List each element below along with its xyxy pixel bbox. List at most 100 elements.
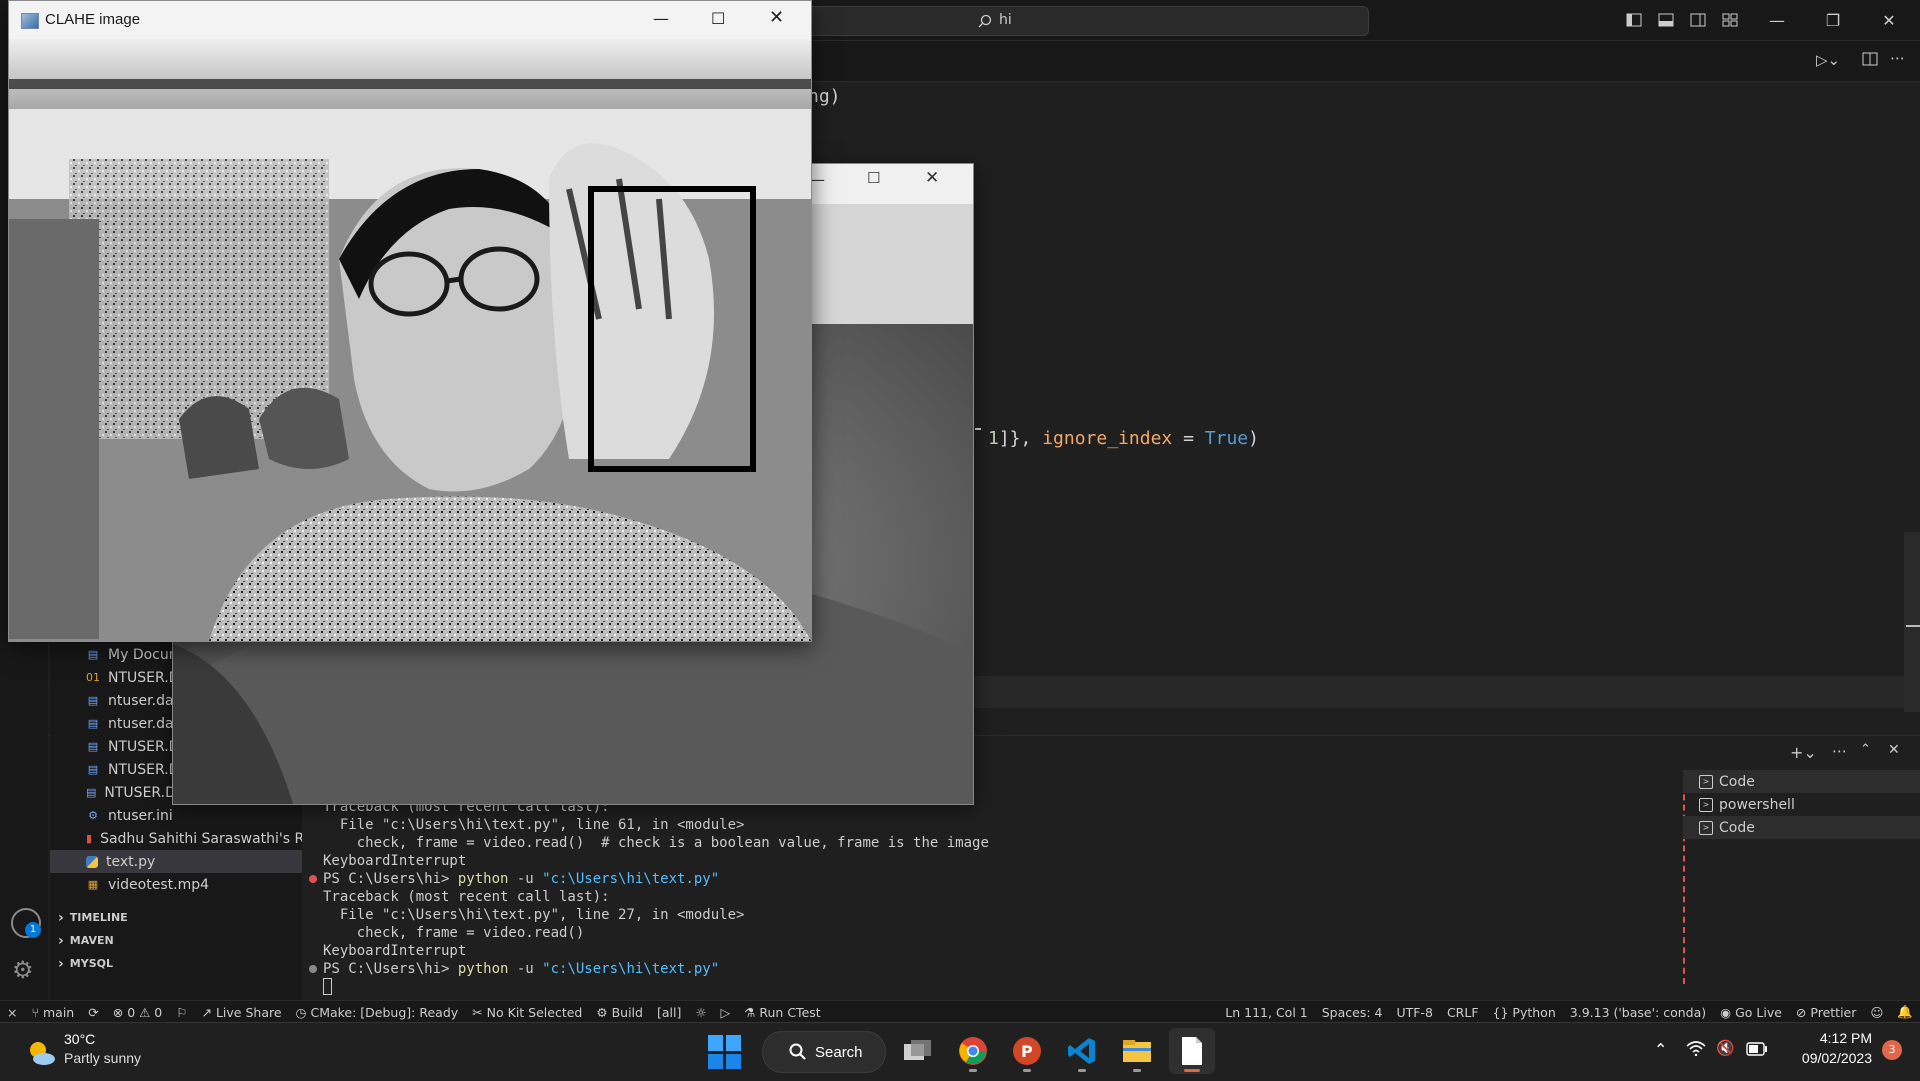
maximize-icon[interactable]: ☐ — [711, 9, 725, 28]
weather-description[interactable]: Partly sunny — [64, 1050, 141, 1066]
status-kit[interactable]: ✂ No Kit Selected — [465, 1005, 589, 1020]
status-bar: ⨯ ⑂ main ⟳ ⊗ 0 ⚠ 0 ⚐ ↗ Live Share ◷ CMake: [Debug]… — [0, 1000, 1920, 1023]
customize-layout-icon[interactable] — [1718, 8, 1742, 32]
status-sync[interactable]: ⟳ — [81, 1005, 105, 1020]
wifi-icon[interactable] — [1686, 1040, 1706, 1060]
status-ctest[interactable]: ⚗ Run CTest — [737, 1005, 828, 1020]
split-editor-icon[interactable] — [1862, 51, 1878, 71]
remote-indicator-icon: ⨯ — [7, 1004, 18, 1020]
feedback-icon: ☺ — [1870, 1004, 1884, 1020]
clahe-image-window[interactable]: CLAHE image — ☐ ✕ — [8, 0, 812, 642]
video-icon: ▦ — [87, 878, 99, 891]
status-go-live[interactable]: ◉ Go Live — [1713, 1005, 1789, 1020]
file-icon: ▤ — [87, 740, 99, 753]
status-run-icon-item[interactable]: ⚐ — [169, 1005, 194, 1020]
clock-time[interactable]: 4:12 PM — [1782, 1030, 1872, 1046]
terminal-more-icon[interactable]: ⋯ — [1832, 742, 1847, 760]
new-terminal-icon[interactable]: +⌄ — [1790, 743, 1817, 762]
status-target[interactable]: [all] — [650, 1005, 688, 1020]
status-feedback[interactable]: ☺ — [1863, 1005, 1890, 1020]
close-icon[interactable]: ✕ — [769, 7, 784, 28]
terminal-line: KeyboardInterrupt — [323, 853, 467, 869]
status-problems[interactable]: ⊗ 0 ⚠ 0 — [106, 1005, 170, 1020]
notification-badge[interactable]: 3 — [1882, 1040, 1902, 1060]
status-eol[interactable]: CRLF — [1440, 1005, 1486, 1020]
status-interpreter[interactable]: 3.9.13 ('base': conda) — [1563, 1005, 1713, 1020]
explorer-section-maven[interactable]: › MAVEN — [50, 929, 302, 952]
minimize-icon[interactable]: — — [1754, 8, 1800, 32]
svg-text:P: P — [1021, 1042, 1033, 1061]
task-view-icon[interactable] — [895, 1028, 941, 1074]
status-language[interactable]: {} Python — [1486, 1005, 1563, 1020]
command-status-dot — [309, 875, 317, 883]
run-icon[interactable]: ▷⌄ — [1816, 51, 1840, 69]
status-prettier[interactable]: ⊘ Prettier — [1789, 1005, 1863, 1020]
command-center-search[interactable]: hi — [805, 6, 1369, 36]
status-cursor-position[interactable]: Ln 111, Col 1 — [1218, 1005, 1314, 1020]
close-icon[interactable]: ✕ — [1866, 8, 1912, 32]
explorer-item[interactable]: text.py — [50, 850, 302, 873]
status-debug[interactable]: ☼ — [688, 1005, 713, 1020]
status-live-share[interactable]: ↗ Live Share — [194, 1005, 288, 1020]
terminal-tab-0[interactable]: > Code — [1683, 770, 1920, 793]
notepad-icon[interactable] — [1169, 1028, 1215, 1074]
terminal-tab-label: powershell — [1719, 796, 1795, 813]
prettier-icon: ⊘ — [1795, 1004, 1807, 1020]
minimize-icon[interactable]: — — [653, 9, 669, 28]
manage-gear-icon[interactable]: ⚙ — [12, 956, 34, 984]
maximize-panel-icon[interactable]: ⌃ — [1860, 742, 1871, 757]
terminal-icon: > — [1699, 820, 1713, 835]
status-notifications[interactable]: 🔔 — [1890, 1004, 1920, 1020]
chrome-icon[interactable] — [950, 1028, 996, 1074]
explorer-item-label: Sadhu Sahithi Saraswathi's Res... — [100, 830, 302, 847]
status-text: [all] — [656, 1004, 682, 1020]
start-windows-icon[interactable] — [708, 1035, 742, 1069]
chevron-right-icon: › — [58, 932, 64, 949]
accounts-badge: 1 — [25, 922, 41, 938]
status-build[interactable]: ⚙ Build — [589, 1005, 650, 1020]
status-branch[interactable]: ⑂ main — [24, 1005, 81, 1020]
terminal-output[interactable]: Traceback (most recent call last): File … — [309, 798, 989, 978]
explorer-section-mysql[interactable]: › MYSQL — [50, 952, 302, 975]
code-fragment: ng) — [808, 86, 841, 107]
restore-icon[interactable]: ❐ — [1810, 8, 1856, 32]
file-explorer-icon[interactable] — [1114, 1028, 1160, 1074]
status-indentation[interactable]: Spaces: 4 — [1315, 1005, 1390, 1020]
weather-temperature[interactable]: 30°C — [64, 1031, 95, 1047]
terminal-tab-2[interactable]: > Code — [1683, 816, 1920, 839]
status-encoding[interactable]: UTF-8 — [1389, 1005, 1439, 1020]
chevron-right-icon: › — [58, 909, 64, 926]
toggle-primary-sidebar-icon[interactable] — [1622, 8, 1646, 32]
terminal-line: check, frame = video.read() — [323, 925, 585, 941]
close-icon[interactable]: ✕ — [925, 168, 939, 188]
status-remote-indicator[interactable]: ⨯ — [0, 1005, 24, 1020]
terminal-tab-1[interactable]: > powershell — [1683, 793, 1920, 816]
explorer-item[interactable]: ▮ Sadhu Sahithi Saraswathi's Res... — [50, 827, 302, 850]
sync-icon: ⟳ — [88, 1004, 99, 1020]
scrollbar-cursor-marker — [1906, 625, 1920, 627]
more-actions-icon[interactable]: ⋯ — [1890, 49, 1905, 67]
status-text: 3.9.13 ('base': conda) — [1569, 1004, 1707, 1020]
maximize-icon[interactable]: ☐ — [867, 169, 880, 187]
explorer-item-label: videotest.mp4 — [108, 876, 210, 893]
explorer-item[interactable]: ⚙ ntuser.ini — [50, 804, 302, 827]
file-icon: ▤ — [87, 648, 99, 661]
status-cmake-status[interactable]: ◷ CMake: [Debug]: Ready — [289, 1005, 466, 1020]
terminal-line: PS C:\Users\hi> python -u "c:\Users\hi\t… — [309, 960, 989, 978]
toggle-secondary-sidebar-icon[interactable] — [1686, 8, 1710, 32]
explorer-section-timeline[interactable]: › TIMELINE — [50, 906, 302, 929]
editor-scrollbar[interactable] — [1904, 532, 1920, 712]
clock-date[interactable]: 09/02/2023 — [1772, 1050, 1872, 1066]
taskbar-search-box[interactable]: Search — [762, 1031, 886, 1073]
weather-icon[interactable] — [26, 1039, 55, 1067]
status-run[interactable]: ▷ — [714, 1005, 738, 1020]
close-panel-icon[interactable]: ✕ — [1888, 742, 1900, 758]
vscode-icon[interactable] — [1059, 1028, 1105, 1074]
explorer-item[interactable]: ▦ videotest.mp4 — [50, 873, 302, 896]
toggle-panel-icon[interactable] — [1654, 8, 1678, 32]
clahe-title-bar[interactable]: CLAHE image — ☐ ✕ — [9, 1, 811, 39]
battery-icon[interactable] — [1746, 1042, 1768, 1060]
powerpoint-icon[interactable]: P — [1004, 1028, 1050, 1074]
volume-muted-icon[interactable]: 🔇 — [1716, 1039, 1735, 1057]
show-hidden-icons-icon[interactable]: ⌃ — [1654, 1040, 1667, 1059]
